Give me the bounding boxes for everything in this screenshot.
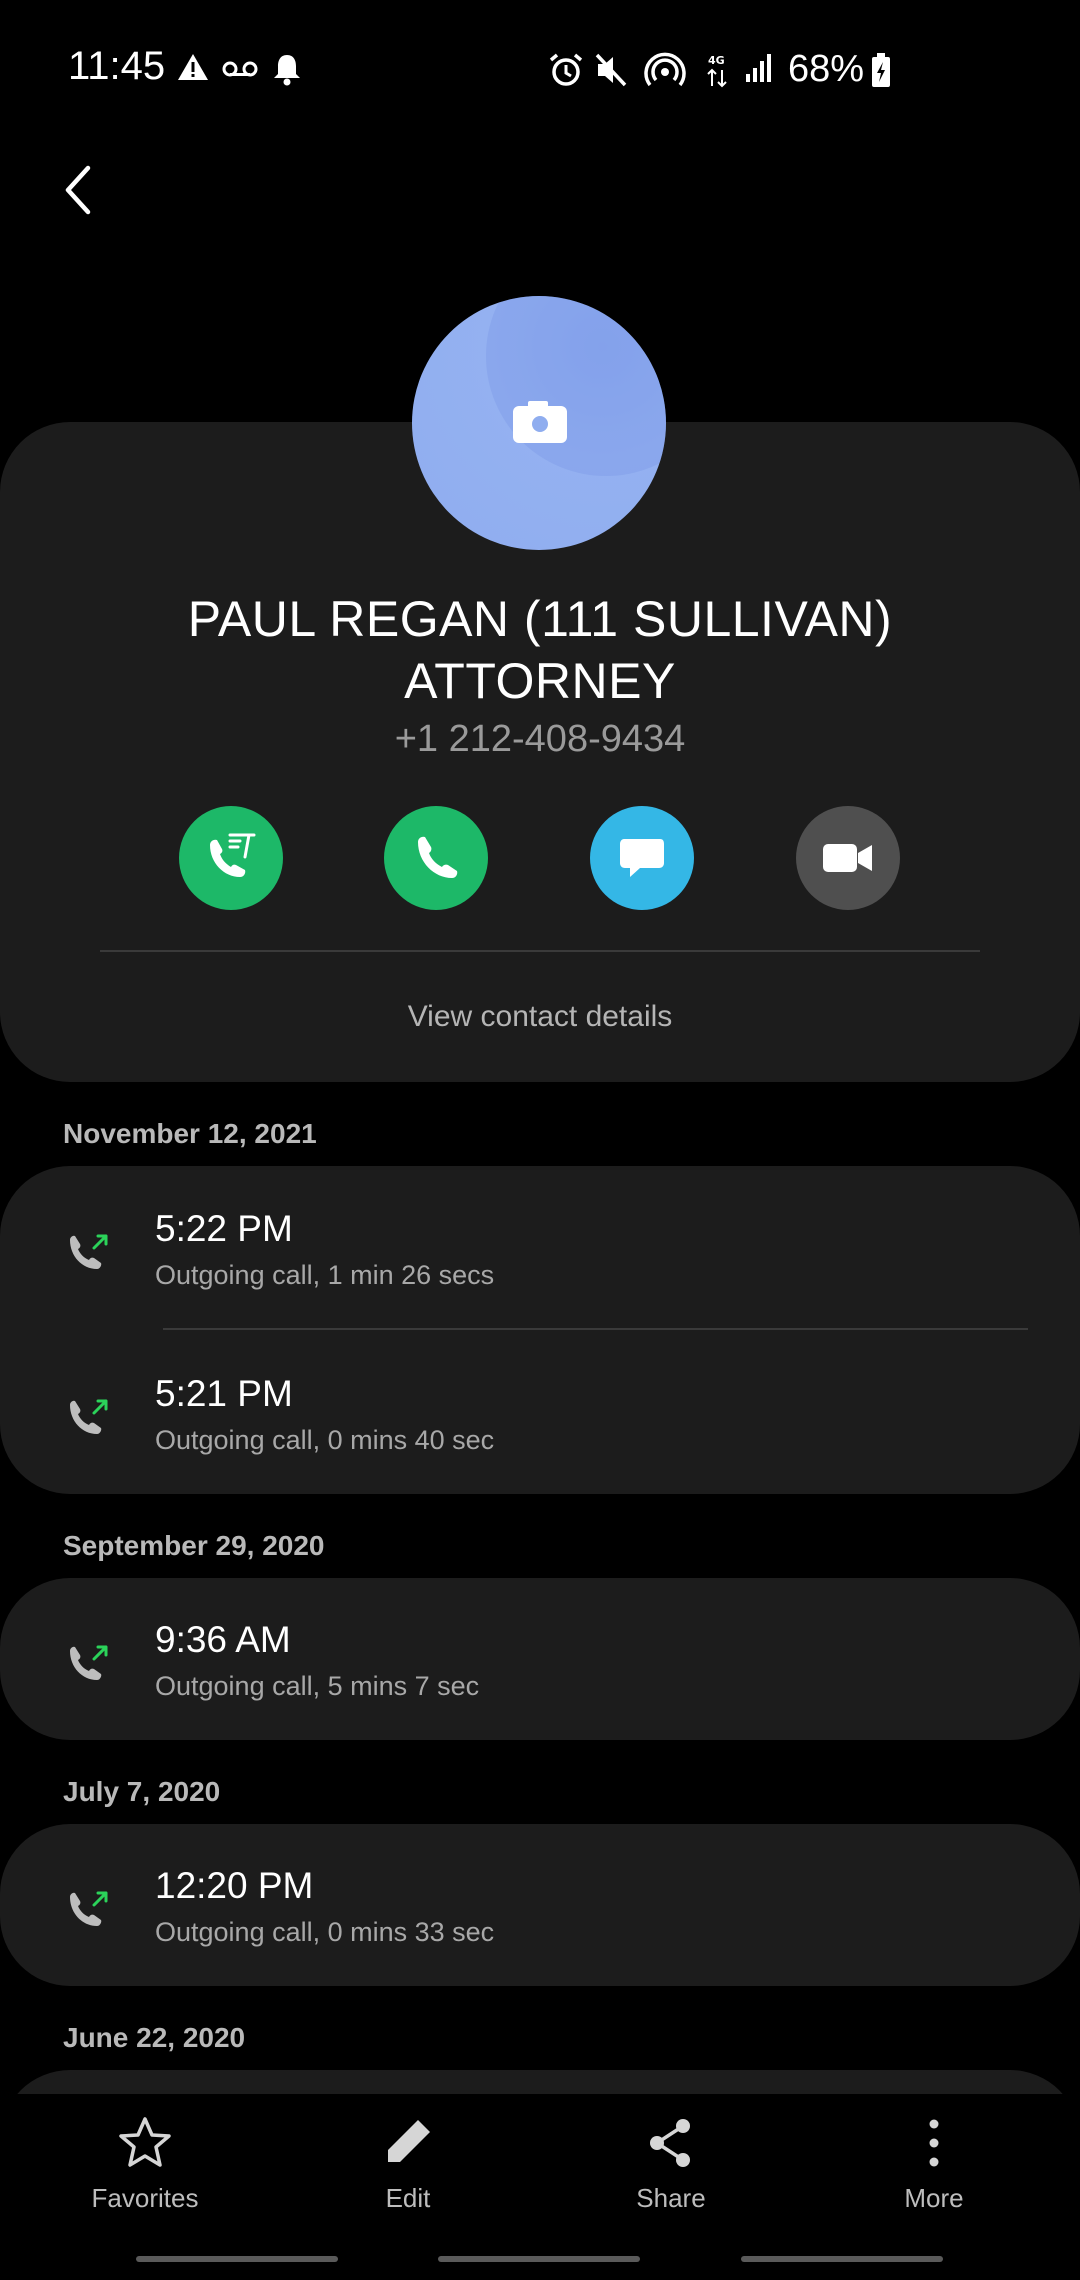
date-header: July 7, 2020 (63, 1776, 221, 1807)
notification-bell-icon (274, 55, 300, 86)
alarm-icon (549, 53, 583, 86)
call-time[interactable]: 9:36 AM (155, 1619, 291, 1661)
outgoing-call-icon (70, 1399, 108, 1434)
hotspot-icon (644, 52, 686, 87)
gesture-handle-center[interactable] (438, 2256, 640, 2262)
call-time[interactable]: 5:22 PM (155, 1208, 293, 1250)
date-header: November 12, 2021 (63, 1118, 317, 1149)
avatar[interactable] (412, 296, 666, 550)
favorites-label: Favorites (91, 2183, 199, 2213)
date-header: June 22, 2020 (63, 2022, 246, 2053)
camera-icon (513, 401, 567, 443)
star-icon (119, 2117, 171, 2167)
favorites-button[interactable]: Favorites (45, 2116, 245, 2214)
svg-text:4G: 4G (708, 54, 725, 67)
share-label: Share (636, 2183, 706, 2213)
battery-charging-icon (872, 53, 890, 87)
phone-icon (418, 836, 458, 878)
outgoing-call-icon (70, 1891, 108, 1926)
date-header: September 29, 2020 (63, 1530, 325, 1561)
share-button[interactable]: Share (571, 2116, 771, 2214)
status-time: 11:45 (68, 44, 166, 88)
call-detail: Outgoing call, 0 mins 40 sec (155, 1425, 495, 1455)
edit-label: Edit (385, 2183, 431, 2213)
call-time[interactable]: 12:20 PM (155, 1865, 313, 1907)
pencil-icon (388, 2120, 430, 2162)
call-detail: Outgoing call, 5 mins 7 sec (155, 1671, 480, 1701)
gesture-handle-left[interactable] (136, 2256, 338, 2262)
battery-percent: 68% (788, 48, 865, 90)
warning-icon (178, 54, 208, 80)
video-call-button[interactable] (796, 806, 900, 910)
message-button[interactable] (590, 806, 694, 910)
rtt-call-icon (210, 833, 256, 877)
edit-button[interactable]: Edit (308, 2116, 508, 2214)
outgoing-call-icon (70, 1645, 108, 1680)
lte-data-icon: 4G (707, 54, 727, 88)
call-detail: Outgoing call, 1 min 26 secs (155, 1260, 495, 1290)
voicemail-icon (222, 61, 258, 77)
call-detail: Outgoing call, 0 mins 33 sec (155, 1917, 495, 1947)
more-label: More (904, 2183, 964, 2213)
back-button[interactable] (58, 160, 108, 220)
call-time[interactable]: 5:21 PM (155, 1373, 293, 1415)
outgoing-call-icon (70, 1234, 108, 1269)
contact-phone: +1 212-408-9434 (394, 718, 686, 760)
card-divider (100, 950, 980, 952)
contact-name-line1: PAUL REGAN (111 SULLIVAN) (187, 591, 893, 647)
row-divider (163, 1328, 1028, 1330)
signal-icon (746, 54, 771, 82)
call-button[interactable] (384, 806, 488, 910)
view-contact-details-link[interactable]: View contact details (0, 1000, 1080, 1034)
more-button[interactable]: More (834, 2116, 1034, 2214)
contact-name: PAUL REGAN (111 SULLIVAN) ATTORNEY (0, 588, 1080, 712)
rtt-call-button[interactable] (179, 806, 283, 910)
contact-name-line2: ATTORNEY (404, 653, 676, 709)
message-icon (620, 839, 664, 877)
gesture-handle-right[interactable] (741, 2256, 943, 2262)
video-icon (823, 844, 872, 872)
share-icon (650, 2119, 690, 2167)
more-vertical-icon (929, 2119, 939, 2167)
mute-icon (595, 53, 627, 87)
